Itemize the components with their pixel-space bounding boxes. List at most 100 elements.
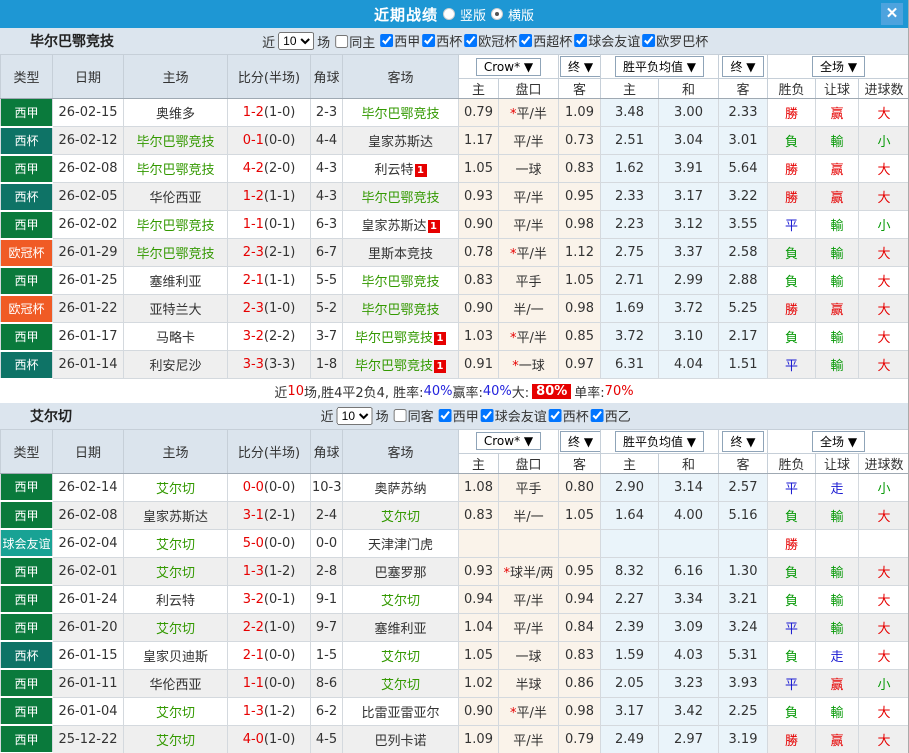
home-team: 艾尔切 bbox=[123, 724, 228, 753]
odds-home: 0.91 bbox=[458, 350, 499, 379]
fulltime-select[interactable]: 全场 ▼ bbox=[812, 430, 866, 452]
match-row: 西甲 26-02-15 奥维多 1-2(1-0) 2-3 毕尔巴鄂竞技 0.79 *平/半 1.… bbox=[0, 98, 908, 128]
result-goals: 大 bbox=[858, 724, 908, 753]
league-checkbox[interactable]: 球会友谊 bbox=[574, 31, 640, 50]
same-venue-checkbox[interactable]: 同主 bbox=[335, 32, 375, 51]
home-team: 亚特兰大 bbox=[123, 294, 228, 323]
close-icon[interactable]: ✕ bbox=[881, 3, 903, 25]
red-card-badge: 1 bbox=[414, 164, 427, 177]
match-row: 西杯 26-01-14 利安尼沙 3-3(3-3) 1-8 毕尔巴鄂竞技 1 0.91 *一球 0… bbox=[0, 350, 908, 380]
odds-away: 0.98 bbox=[558, 294, 601, 323]
odds-home: 0.94 bbox=[458, 584, 499, 614]
odds-home: 1.05 bbox=[458, 154, 499, 183]
league-checkbox[interactable]: 西甲 bbox=[380, 31, 420, 50]
match-row: 西甲 26-01-04 艾尔切 1-3(1-2) 6-2 比雷亚雷亚尔 0.90 *平/半 0.… bbox=[0, 696, 908, 726]
league-checkbox[interactable]: 西甲 bbox=[438, 406, 479, 425]
match-date: 26-01-24 bbox=[52, 584, 124, 614]
score-cell: 1-1(0-0) bbox=[227, 668, 311, 698]
final-odds-select-2[interactable]: 终 ▼ bbox=[722, 56, 764, 77]
league-checkbox[interactable]: 欧罗巴杯 bbox=[642, 31, 708, 50]
away-team: 塞维利亚 bbox=[342, 612, 459, 642]
handicap: 半/一 bbox=[498, 500, 559, 530]
final-odds-select-2[interactable]: 终 ▼ bbox=[722, 430, 764, 452]
avg-home: 2.33 bbox=[600, 182, 659, 211]
col-corner: 角球 bbox=[310, 428, 343, 474]
odds-home bbox=[458, 528, 499, 558]
result-winloss: 負 bbox=[767, 266, 817, 295]
games-label: 场 bbox=[317, 35, 331, 51]
handicap: 平/半 bbox=[498, 724, 559, 753]
result-goals: 小 bbox=[858, 668, 908, 698]
odds-away bbox=[558, 528, 601, 558]
result-winloss: 負 bbox=[767, 238, 817, 267]
record-summary: 近 10 场,胜4平2负4, 胜率: 40% 赢率: 40% 大: 80% 单率: 70% bbox=[0, 379, 908, 403]
avg-home: 2.05 bbox=[600, 668, 659, 698]
avg-home: 8.32 bbox=[600, 556, 659, 586]
red-card-badge: 1 bbox=[434, 360, 446, 373]
corner-cell: 4-4 bbox=[310, 126, 343, 155]
horizontal-layout-radio[interactable] bbox=[491, 8, 503, 20]
league-checkbox[interactable]: 球会友谊 bbox=[480, 406, 547, 425]
league-checkbox[interactable]: 欧冠杯 bbox=[464, 31, 517, 50]
corner-cell: 10-3 bbox=[310, 472, 343, 502]
avg-away: 2.57 bbox=[718, 472, 769, 502]
match-count-select[interactable]: 10 bbox=[336, 406, 373, 425]
away-team: 皇家苏斯达 1 bbox=[342, 210, 459, 239]
result-goals: 大 bbox=[858, 294, 908, 323]
wdl-average-select[interactable]: 胜平负均值 ▼ bbox=[614, 430, 705, 452]
avg-home: 2.27 bbox=[600, 584, 659, 614]
league-checkbox[interactable]: 西乙 bbox=[590, 406, 631, 425]
odds-away: 1.05 bbox=[558, 266, 601, 295]
vertical-layout-label[interactable]: 竖版 bbox=[460, 5, 486, 24]
avg-away: 3.93 bbox=[718, 668, 769, 698]
away-team: 奥萨苏纳 bbox=[342, 472, 459, 502]
match-date: 26-01-29 bbox=[52, 238, 124, 267]
vertical-layout-radio[interactable] bbox=[442, 8, 455, 20]
result-handicap: 赢 bbox=[815, 154, 860, 183]
score-cell: 3-3(3-3) bbox=[227, 350, 311, 379]
league-tag: 西甲 bbox=[0, 210, 53, 240]
league-checkbox[interactable]: 西杯 bbox=[422, 31, 462, 50]
result-handicap: 赢 bbox=[815, 98, 860, 127]
horizontal-layout-label[interactable]: 横版 bbox=[508, 5, 534, 24]
final-odds-select-1[interactable]: 终 ▼ bbox=[560, 430, 600, 452]
league-checkbox[interactable]: 西超杯 bbox=[519, 31, 572, 50]
same-venue-checkbox[interactable]: 同客 bbox=[393, 406, 434, 425]
odds-away: 0.83 bbox=[558, 154, 601, 183]
avg-home: 3.72 bbox=[600, 322, 659, 351]
avg-draw: 4.00 bbox=[657, 500, 720, 530]
result-handicap: 走 bbox=[815, 640, 860, 670]
result-goals: 大 bbox=[858, 154, 908, 183]
fulltime-select[interactable]: 全场 ▼ bbox=[812, 56, 866, 77]
home-team: 华伦西亚 bbox=[123, 182, 228, 211]
avg-draw: 3.14 bbox=[657, 472, 720, 502]
away-team: 皇家苏斯达 bbox=[342, 126, 459, 155]
avg-away: 2.17 bbox=[718, 322, 769, 351]
match-row: 西甲 26-02-14 艾尔切 0-0(0-0) 10-3 奥萨苏纳 1.08 平手 0.80 2… bbox=[0, 472, 908, 502]
near-label: 近 bbox=[262, 35, 276, 51]
bookmaker-select[interactable]: Crow* ▼ bbox=[475, 432, 542, 450]
avg-away: 3.19 bbox=[718, 724, 769, 753]
match-count-select[interactable]: 10 bbox=[278, 32, 315, 50]
avg-home: 3.48 bbox=[600, 98, 659, 127]
odds-away: 0.94 bbox=[558, 584, 601, 614]
odds-away: 0.95 bbox=[558, 182, 601, 211]
match-row: 西甲 26-01-17 马略卡 3-2(2-2) 3-7 毕尔巴鄂竞技 1 1.03 *平/半 0… bbox=[0, 322, 908, 352]
match-row: 西甲 26-02-01 艾尔切 1-3(1-2) 2-8 巴塞罗那 0.93 *球半/两 0.9… bbox=[0, 556, 908, 586]
final-odds-select-1[interactable]: 终 ▼ bbox=[560, 56, 600, 77]
col-goals-result: 进球数 bbox=[858, 78, 908, 99]
bookmaker-select[interactable]: Crow* ▼ bbox=[475, 57, 542, 76]
score-cell: 2-2(1-0) bbox=[227, 612, 311, 642]
result-handicap: 輸 bbox=[815, 322, 860, 351]
league-checkbox[interactable]: 西杯 bbox=[548, 406, 589, 425]
odds-home: 0.93 bbox=[458, 182, 499, 211]
col-odds-home: 主 bbox=[458, 452, 499, 474]
handicap: *平/半 bbox=[498, 322, 559, 351]
match-date: 26-01-20 bbox=[52, 612, 124, 642]
home-team: 奥维多 bbox=[123, 98, 228, 127]
league-tag: 西甲 bbox=[0, 98, 53, 128]
wdl-average-select[interactable]: 胜平负均值 ▼ bbox=[614, 56, 705, 77]
avg-away: 5.64 bbox=[718, 154, 769, 183]
odds-away: 0.95 bbox=[558, 556, 601, 586]
score-cell: 2-3(1-0) bbox=[227, 294, 311, 323]
